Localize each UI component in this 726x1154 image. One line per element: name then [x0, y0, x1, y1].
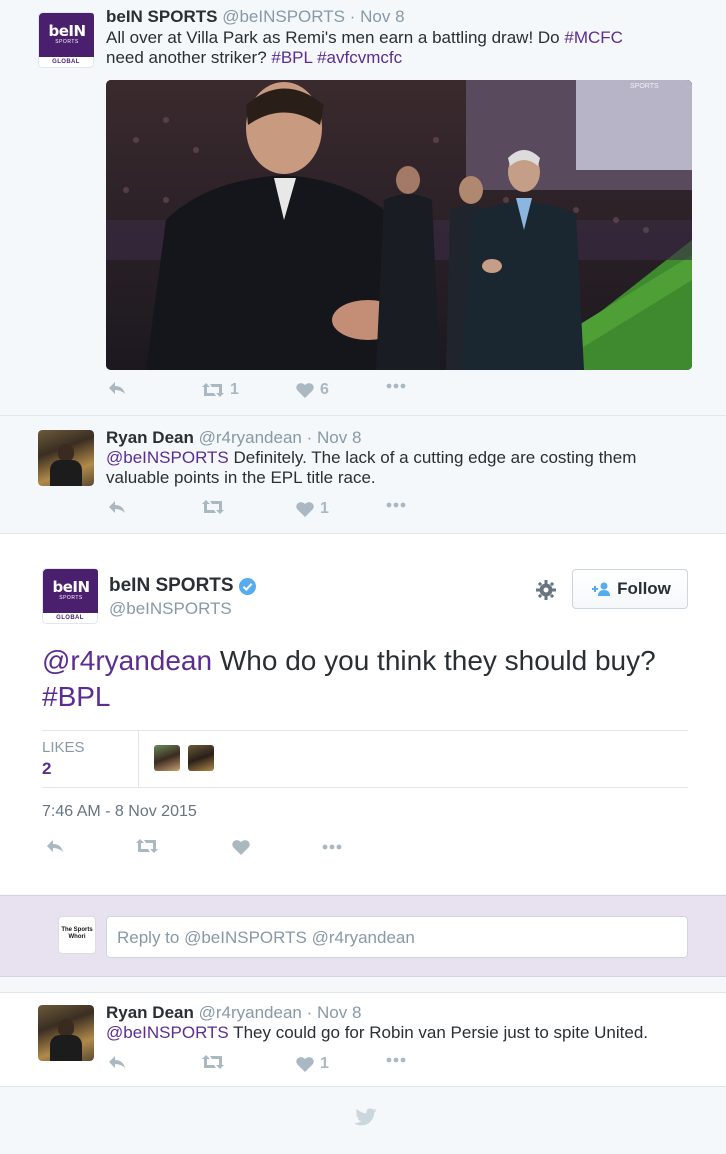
- retweet-button[interactable]: [136, 839, 158, 853]
- reply-icon: [47, 840, 63, 852]
- hashtag-avfcvmcfc[interactable]: #avfcvmcfc: [317, 48, 402, 67]
- tweet-actions: [42, 839, 362, 859]
- author-name[interactable]: beIN SPORTS: [106, 7, 217, 26]
- heart-icon: [232, 840, 250, 855]
- hashtag-mcfc[interactable]: #MCFC: [564, 28, 623, 47]
- settings-button[interactable]: [536, 580, 556, 605]
- hashtag-bpl[interactable]: #BPL: [42, 681, 111, 712]
- verified-badge-icon: [238, 577, 256, 595]
- bein-avatar[interactable]: beIN SPORTS GLOBAL: [38, 12, 94, 68]
- tweet-time[interactable]: Nov 8: [317, 1003, 361, 1022]
- reply-button[interactable]: [108, 381, 126, 395]
- logo-global: GLOBAL: [52, 59, 80, 65]
- liker-avatar[interactable]: [188, 745, 214, 771]
- author-handle[interactable]: @r4ryandean: [199, 428, 302, 447]
- retweet-icon: [136, 839, 158, 853]
- author-name[interactable]: Ryan Dean: [106, 1003, 194, 1022]
- more-icon: [386, 502, 406, 508]
- retweet-button[interactable]: [202, 1055, 224, 1069]
- mention[interactable]: @beINSPORTS: [106, 1023, 229, 1042]
- author-name[interactable]: Ryan Dean: [106, 428, 194, 447]
- tweet-actions: 1: [106, 500, 406, 520]
- stadium-photo: SPORTS: [106, 80, 692, 370]
- author-handle[interactable]: @beINSPORTS: [222, 7, 345, 26]
- tweet-text: @beINSPORTS Definitely. The lack of a cu…: [106, 448, 637, 487]
- more-button[interactable]: [322, 844, 342, 850]
- retweet-icon: [202, 383, 224, 397]
- tweet-2[interactable]: Ryan Dean @r4ryandean · Nov 8 @beINSPORT…: [0, 417, 726, 534]
- tweet-time[interactable]: Nov 8: [317, 428, 361, 447]
- tweet-text: @beINSPORTS They could go for Robin van …: [106, 1023, 649, 1042]
- heart-icon: [296, 383, 314, 398]
- reply-button[interactable]: [108, 500, 126, 514]
- reply-input[interactable]: Reply to @beINSPORTS @r4ryandean: [106, 916, 688, 958]
- more-icon: [322, 844, 342, 850]
- reply-box: The Sports Whori Reply to @beINSPORTS @r…: [0, 895, 726, 977]
- more-button[interactable]: [386, 502, 406, 508]
- retweet-button[interactable]: 1: [202, 381, 239, 399]
- svg-text:SPORTS: SPORTS: [630, 83, 659, 90]
- tweet-time[interactable]: Nov 8: [360, 7, 404, 26]
- reply-icon: [109, 501, 125, 513]
- retweet-icon: [202, 1055, 224, 1069]
- retweet-button[interactable]: [202, 500, 224, 514]
- twitter-bird-icon: [353, 1108, 377, 1133]
- hashtag-bpl[interactable]: #BPL: [271, 48, 312, 67]
- bein-avatar-large[interactable]: beIN SPORTS GLOBAL: [42, 568, 98, 624]
- follow-label: Follow: [617, 579, 671, 598]
- like-button[interactable]: 1: [296, 1055, 329, 1073]
- heart-icon: [296, 1057, 314, 1072]
- ryan-avatar[interactable]: [38, 1005, 94, 1061]
- logo-sports: SPORTS: [55, 39, 79, 45]
- liker-avatar[interactable]: [154, 745, 180, 771]
- follow-button[interactable]: Follow: [572, 569, 688, 609]
- likes-label: LIKES: [42, 739, 85, 756]
- like-button[interactable]: 6: [296, 381, 329, 399]
- mention[interactable]: @r4ryandean: [42, 645, 212, 676]
- reply-icon: [109, 382, 125, 394]
- logo-global: GLOBAL: [56, 615, 84, 621]
- reply-icon: [109, 1056, 125, 1068]
- more-button[interactable]: [386, 383, 406, 389]
- tweet-3[interactable]: Ryan Dean @r4ryandean · Nov 8 @beINSPORT…: [0, 992, 726, 1087]
- logo-sports: SPORTS: [59, 595, 83, 601]
- more-icon: [386, 1057, 406, 1063]
- like-count: 1: [320, 1055, 329, 1072]
- tweet-actions: 1: [106, 1055, 406, 1075]
- tweet-actions: 1 6: [106, 381, 406, 401]
- like-button[interactable]: 1: [296, 500, 329, 518]
- tweet-1[interactable]: beIN SPORTS GLOBAL beIN SPORTS @beINSPORT…: [0, 0, 726, 416]
- author-handle[interactable]: @beINSPORTS: [109, 599, 232, 619]
- author-name[interactable]: beIN SPORTS: [109, 575, 234, 597]
- tweet-timestamp[interactable]: 7:46 AM - 8 Nov 2015: [42, 803, 197, 821]
- author-handle[interactable]: @r4ryandean: [199, 1003, 302, 1022]
- like-button[interactable]: [232, 839, 250, 855]
- like-count: 6: [320, 381, 329, 398]
- more-button[interactable]: [386, 1057, 406, 1063]
- more-icon: [386, 383, 406, 389]
- retweet-count: 1: [230, 381, 239, 398]
- tweet-stats: LIKES 2: [42, 730, 688, 788]
- tweet-text: All over at Villa Park as Remi's men ear…: [106, 28, 623, 67]
- follow-user-icon: [592, 582, 611, 596]
- reply-button[interactable]: [108, 1055, 126, 1069]
- gear-icon: [536, 580, 556, 600]
- like-count: 1: [320, 500, 329, 517]
- retweet-icon: [202, 500, 224, 514]
- tweet-text: @r4ryandean Who do you think they should…: [42, 645, 656, 712]
- logo-word: beIN: [48, 22, 86, 40]
- likes-count[interactable]: 2: [42, 759, 51, 779]
- ryan-avatar[interactable]: [38, 430, 94, 486]
- tweet-photo[interactable]: SPORTS: [106, 80, 692, 370]
- heart-icon: [296, 502, 314, 517]
- logo-word: beIN: [52, 578, 90, 596]
- reply-button[interactable]: [46, 839, 64, 853]
- mention[interactable]: @beINSPORTS: [106, 448, 229, 467]
- current-user-avatar: The Sports Whori: [58, 916, 96, 954]
